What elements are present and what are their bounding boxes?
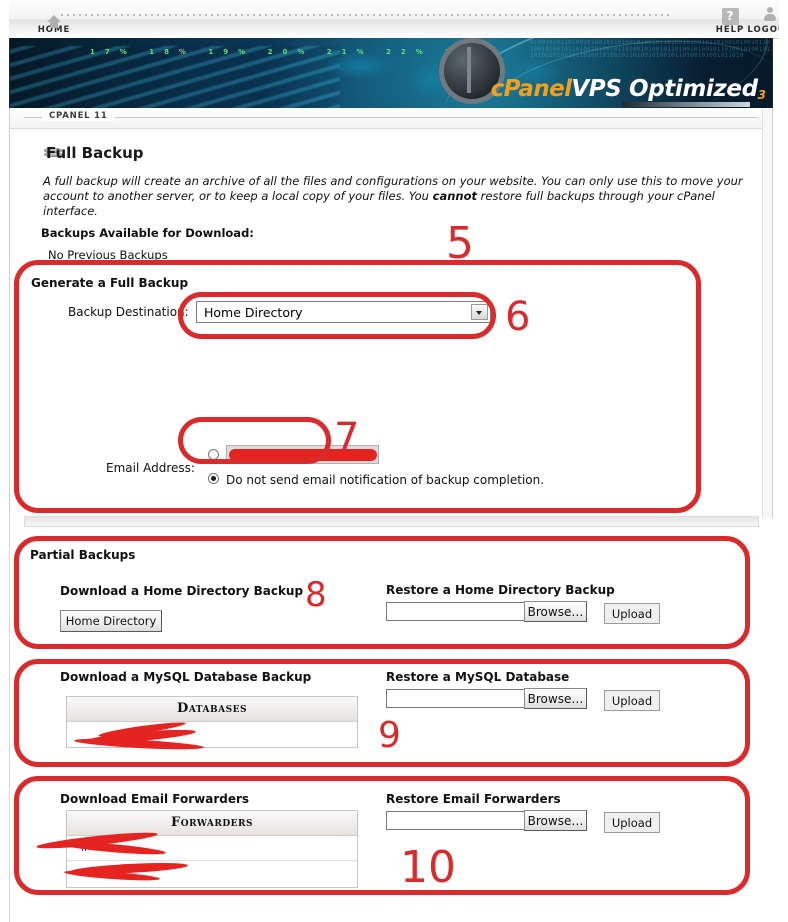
backup-destination-selected-value: Home Directory <box>204 305 303 320</box>
navbar-dotted-rule <box>61 14 671 16</box>
radio-no-email-notification[interactable] <box>208 473 219 484</box>
download-home-directory-button[interactable]: Home Directory <box>60 610 162 632</box>
page-title: Full Backup <box>46 144 144 162</box>
banner-tick-labels: 17% 18% 19% 20% 21% 22% 23% <box>90 48 492 56</box>
page-root: HOME ? HELP LOGOUT 010010101101001010010… <box>0 0 788 922</box>
content-vertical-scrollbar[interactable] <box>762 108 772 518</box>
email-address-redaction <box>229 449 377 461</box>
intro-emphasis: cannot <box>432 189 477 203</box>
cpanel-logo: cPanelVPS Optimized3 <box>438 38 766 107</box>
restore-mysql-file-input[interactable] <box>386 689 526 708</box>
restore-home-directory-upload-button[interactable]: Upload <box>604 603 660 624</box>
mysql-databases-list-header: Databases <box>67 697 357 722</box>
main-content-panel: CPANEL 11 Full Backup A full backup will… <box>9 108 773 518</box>
restore-home-directory-file-input[interactable] <box>386 602 526 621</box>
restore-email-forwarders-file-input[interactable] <box>386 811 526 830</box>
cpanel-top-navbar: HOME ? HELP LOGOUT <box>9 0 779 39</box>
intro-paragraph: A full backup will create an archive of … <box>43 174 755 219</box>
restore-home-directory-heading: Restore a Home Directory Backup <box>386 583 615 597</box>
chevron-down-icon[interactable] <box>471 304 488 320</box>
person-icon <box>745 6 779 25</box>
generate-full-backup-heading: Generate a Full Backup <box>31 276 189 290</box>
cpanel-wordmark: cPanelVPS Optimized3 <box>491 76 766 106</box>
backup-destination-select[interactable]: Home Directory <box>196 301 491 323</box>
download-email-forwarders-heading: Download Email Forwarders <box>60 792 250 806</box>
backups-available-heading: Backups Available for Download: <box>41 226 254 240</box>
partial-backups-title: Partial Backups <box>30 548 136 562</box>
logo-vps-optimized-text: VPS Optimized <box>571 76 758 102</box>
breadcrumb-bar: CPANEL 11 <box>10 108 772 129</box>
backup-destination-label: Backup Destination: <box>68 305 189 319</box>
restore-mysql-heading: Restore a MySQL Database <box>386 670 570 684</box>
email-forwarders-list-header: Forwarders <box>67 811 357 836</box>
home-icon <box>27 6 81 28</box>
radio-send-email-notification[interactable] <box>208 449 219 460</box>
breadcrumb[interactable]: CPANEL 11 <box>42 111 115 121</box>
cpanel-branding-banner: 0100101011010010100101101001010010110100… <box>9 38 773 108</box>
content-horizontal-scrollbar[interactable] <box>24 516 759 527</box>
restore-mysql-browse-button[interactable]: Browse… <box>524 688 587 709</box>
partial-backups-mysql-panel: Download a MySQL Database Backup Databas… <box>18 660 748 765</box>
download-mysql-heading: Download a MySQL Database Backup <box>60 670 312 684</box>
partial-backups-home-directory-panel: Partial Backups Download a Home Director… <box>18 538 748 646</box>
download-home-directory-heading: Download a Home Directory Backup <box>60 584 304 598</box>
breadcrumb-rule <box>24 117 758 118</box>
logo-version-text: 3 <box>757 88 766 102</box>
partial-backups-forwarders-panel: Download Email Forwarders Forwarders ir … <box>18 780 748 900</box>
restore-email-forwarders-browse-button[interactable]: Browse… <box>524 810 587 831</box>
logo-cpanel-text: cPanel <box>490 76 572 102</box>
no-email-notification-label: Do not send email notification of backup… <box>226 473 545 487</box>
restore-mysql-upload-button[interactable]: Upload <box>604 690 660 711</box>
email-address-label: Email Address: <box>106 461 195 475</box>
restore-email-forwarders-upload-button[interactable]: Upload <box>604 812 660 833</box>
nav-home-button[interactable]: HOME <box>27 6 81 36</box>
backups-available-value: No Previous Backups <box>48 248 168 262</box>
restore-email-forwarders-heading: Restore Email Forwarders <box>386 792 561 806</box>
nav-logout-label: LOGOUT <box>747 25 779 35</box>
nav-logout-button[interactable]: LOGOUT <box>745 6 779 36</box>
window-right-edge <box>780 0 788 922</box>
restore-home-directory-browse-button[interactable]: Browse… <box>524 601 587 622</box>
